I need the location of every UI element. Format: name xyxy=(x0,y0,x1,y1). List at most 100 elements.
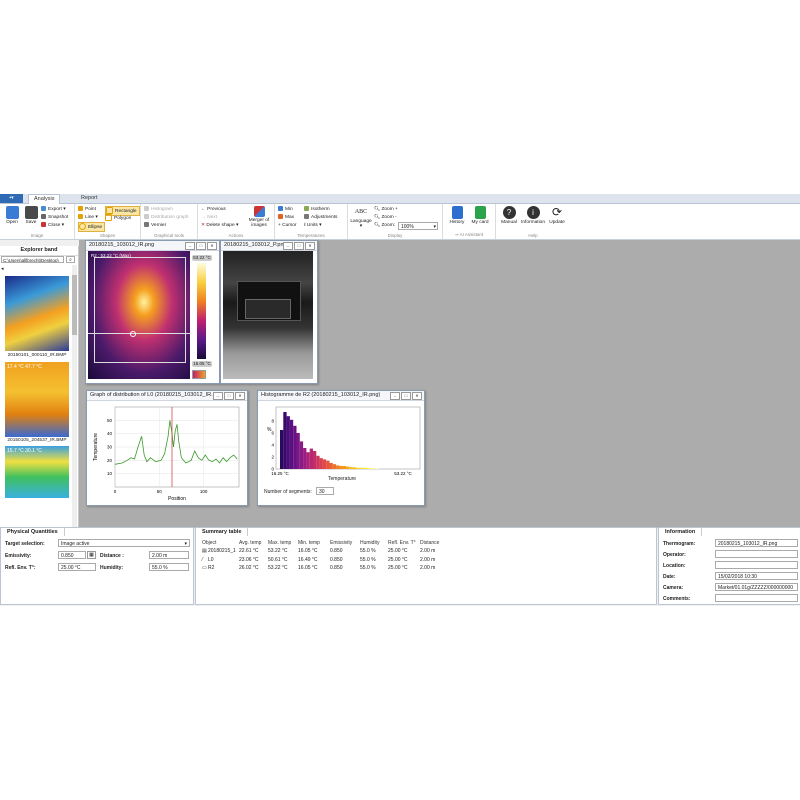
histogram-bar xyxy=(369,468,373,469)
update-button[interactable]: ⟳ Update xyxy=(546,206,568,226)
comments-field[interactable] xyxy=(715,594,798,602)
manual-button[interactable]: ? Manual xyxy=(498,206,520,225)
y-tick-label: 2 xyxy=(271,455,274,460)
histogram-bar xyxy=(303,448,307,469)
tab-analysis[interactable]: Analysis xyxy=(28,194,61,204)
emissivity-input[interactable]: 0.850 xyxy=(58,551,86,559)
image-group: Open Save Export ▾ Snapshot Close ▾ Imag… xyxy=(0,204,75,239)
segments-input[interactable]: 30 xyxy=(316,487,334,495)
search-icon[interactable]: ⌕ xyxy=(66,256,75,263)
isotherm-button[interactable]: Isotherm xyxy=(304,206,330,214)
histogram-bar xyxy=(286,416,290,469)
path-input[interactable]: C:\Users\alllbrecht\Desktop\ xyxy=(1,256,64,263)
palette-select[interactable] xyxy=(192,370,206,379)
humidity-input[interactable]: 55.0 % xyxy=(149,563,189,571)
table-row[interactable]: ⁄ L0 23.06 °C 50.61 °C 16.49 °C 0.850 55.0 % 25… xyxy=(196,557,654,565)
thumbnail-image[interactable] xyxy=(5,276,69,351)
delete-shape-button[interactable]: ✕ Delete shape ▾ xyxy=(201,222,238,230)
close-icon[interactable]: ✕ xyxy=(207,242,217,250)
distance-input[interactable]: 2.00 m xyxy=(149,551,189,559)
my-card-button[interactable]: My card xyxy=(469,206,491,225)
table-header[interactable]: Max. temp xyxy=(268,540,291,546)
history-button[interactable]: History xyxy=(446,206,468,225)
line-button[interactable]: Line ▾ xyxy=(78,214,98,222)
next-button[interactable]: → Next xyxy=(201,214,217,222)
scroll-left-icon[interactable]: ◂ xyxy=(1,266,4,272)
close-icon[interactable]: ✕ xyxy=(412,392,422,400)
minimize-icon[interactable]: – xyxy=(185,242,195,250)
location-field[interactable] xyxy=(715,561,798,569)
table-row[interactable]: ▭ R2 26.02 °C 53.22 °C 16.05 °C 0.850 55.0 % 25… xyxy=(196,565,654,573)
camera-field[interactable]: Market/01.01g/ZZZZZ/000000000 xyxy=(715,583,798,591)
save-button[interactable]: Save xyxy=(20,206,42,225)
table-header[interactable]: Emissivity xyxy=(330,540,352,546)
tab-report[interactable]: Report xyxy=(76,194,103,203)
table-header[interactable]: Min. temp xyxy=(298,540,320,546)
thermal-image[interactable]: R2 : 53.22 °C (Max) xyxy=(88,251,190,379)
minimize-icon[interactable]: – xyxy=(283,242,293,250)
vernier-button[interactable]: Vernier xyxy=(144,222,166,230)
zoom-in-button[interactable]: 🔍︎ Zoom + xyxy=(374,206,398,214)
thumbnail-image[interactable]: 17.4 °C 47.7 °C xyxy=(5,362,69,437)
visible-image[interactable] xyxy=(223,251,313,379)
measure-point[interactable] xyxy=(130,331,136,337)
close-icon[interactable]: ✕ xyxy=(305,242,315,250)
histogram-button[interactable]: Histogram xyxy=(144,206,173,214)
thumbnail-image[interactable]: 15.7 °C 30.1 °C xyxy=(5,446,69,498)
shapes-group-label: Shapes xyxy=(99,233,116,238)
refl-env-input[interactable]: 25.00 °C xyxy=(58,563,96,571)
visible-image-window[interactable]: 20180215_103012_P.png – □ ✕ xyxy=(220,240,318,384)
x-axis-label: Temperature xyxy=(328,476,357,482)
target-selection-select[interactable]: Image active ▾ xyxy=(58,539,190,547)
export-button[interactable]: Export ▾ xyxy=(41,206,66,214)
scrollbar-thumb[interactable] xyxy=(72,275,77,335)
table-row[interactable]: ▤ 20180215_1 22.61 °C 53.22 °C 16.05 °C 0.850… xyxy=(196,548,654,556)
histogram-window[interactable]: Histogramme de R2 (20180215_103012_IR.pn… xyxy=(257,390,425,506)
close-button[interactable]: Close ▾ xyxy=(41,222,64,230)
emissivity-table-icon[interactable]: ▦ xyxy=(87,551,96,559)
roi-rectangle[interactable] xyxy=(94,257,186,363)
close-icon[interactable]: ✕ xyxy=(235,392,245,400)
adjustments-button[interactable]: Adjustments xyxy=(304,214,337,222)
min-button[interactable]: Min xyxy=(278,206,293,214)
abc-icon: ABC xyxy=(354,209,368,215)
zoom-out-button[interactable]: 🔍︎ Zoom - xyxy=(374,214,397,222)
maximize-icon[interactable]: □ xyxy=(294,242,304,250)
merger-of-images-button[interactable]: Merger of images xyxy=(245,206,273,228)
thermogram-field[interactable]: 20180215_103012_IR.png xyxy=(715,539,798,547)
explorer-scrollbar[interactable] xyxy=(72,265,77,527)
max-button[interactable]: Max xyxy=(278,214,294,222)
minimize-icon[interactable]: – xyxy=(390,392,400,400)
minimize-icon[interactable]: – xyxy=(213,392,223,400)
date-field[interactable]: 15/02/2018 10:30 xyxy=(715,572,798,580)
y-tick-label: 50 xyxy=(107,418,113,423)
units-button[interactable]: ℓ Units ▾ xyxy=(304,222,322,230)
maximize-icon[interactable]: □ xyxy=(224,392,234,400)
graphical-tools-group: Histogram Distribution graph Vernier Gra… xyxy=(141,204,198,239)
maximize-icon[interactable]: □ xyxy=(401,392,411,400)
ellipse-button[interactable]: Ellipse xyxy=(78,222,106,232)
distribution-graph-window[interactable]: Graph of distribution of L0 (20180215_10… xyxy=(86,390,248,506)
table-header[interactable]: Object xyxy=(202,540,216,546)
table-header[interactable]: Humidity xyxy=(360,540,379,546)
measure-line[interactable] xyxy=(88,333,190,334)
distribution-graph-button[interactable]: Distribution graph xyxy=(144,214,189,222)
table-header[interactable]: Distance xyxy=(420,540,439,546)
snapshot-button[interactable]: Snapshot xyxy=(41,214,68,222)
polygon-button[interactable]: Polygon xyxy=(105,214,131,222)
table-header[interactable]: Avg. temp xyxy=(239,540,261,546)
point-button[interactable]: Point xyxy=(78,206,96,214)
information-button[interactable]: i Information xyxy=(520,206,546,225)
previous-button[interactable]: ← Previous xyxy=(201,206,226,214)
cursor-button[interactable]: + Cursor xyxy=(278,222,297,230)
maximize-icon[interactable]: □ xyxy=(196,242,206,250)
table-cell: 25.00 °C xyxy=(388,556,408,563)
app-menu-button[interactable]: ▪▾ xyxy=(0,194,23,203)
histogram-bar xyxy=(283,412,287,469)
language-button[interactable]: ABC Language ▾ xyxy=(350,206,372,229)
table-header[interactable]: Refl. Env. T° xyxy=(388,540,416,546)
ir-image-window[interactable]: 20180215_103012_IR.png – □ ✕ R2 : 53.22 °C… xyxy=(85,240,220,384)
operator-field[interactable] xyxy=(715,550,798,558)
zoom-select[interactable]: 100% ▾ xyxy=(398,222,438,230)
histogram-bar xyxy=(346,466,350,469)
